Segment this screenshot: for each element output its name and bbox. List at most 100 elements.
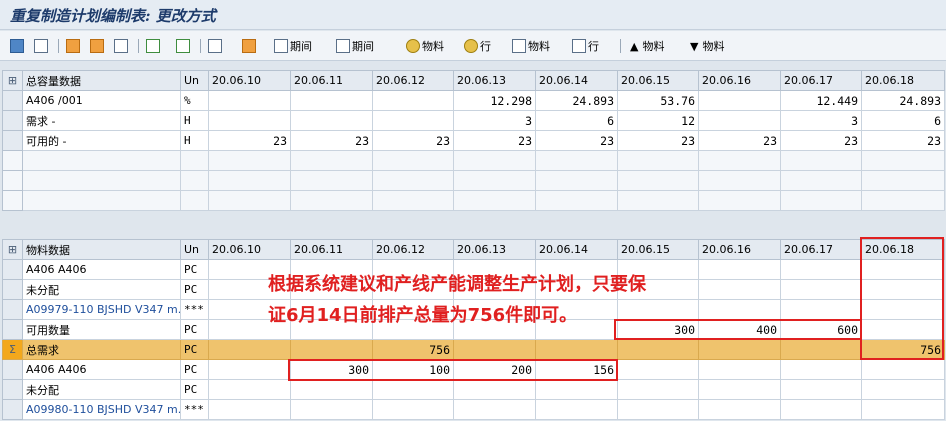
material-value[interactable] (290, 339, 373, 360)
row-selector[interactable] (2, 399, 23, 420)
org-icon[interactable] (90, 36, 106, 56)
material-value[interactable] (780, 299, 862, 320)
material-button-2[interactable]: 物料 (512, 36, 550, 56)
row-selector[interactable] (2, 190, 23, 211)
capacity-value[interactable]: 23 (208, 130, 291, 151)
capacity-value[interactable]: 23 (617, 130, 699, 151)
capacity-value[interactable]: 12.449 (780, 90, 862, 111)
document-icon[interactable] (114, 36, 130, 56)
capacity-value[interactable]: 12.298 (453, 90, 536, 111)
material-row[interactable]: 未分配 PC (2, 379, 945, 400)
capacity-value[interactable] (698, 110, 781, 131)
capacity-value[interactable] (372, 90, 454, 111)
material-value[interactable] (780, 339, 862, 360)
material-value[interactable] (780, 259, 862, 280)
material-value[interactable] (617, 299, 699, 320)
capacity-value[interactable] (208, 110, 291, 131)
row-selector[interactable] (2, 379, 23, 400)
material-value[interactable] (617, 379, 699, 400)
detail-icon[interactable] (34, 36, 50, 56)
truck-icon[interactable] (242, 36, 258, 56)
capacity-row[interactable]: 需求 - H 3 6 12 3 6 (2, 110, 945, 131)
material-value[interactable] (698, 279, 781, 300)
capacity-value[interactable]: 6 (861, 110, 945, 131)
material-value[interactable] (861, 399, 945, 420)
material-value[interactable] (698, 259, 781, 280)
material-value[interactable] (208, 359, 291, 380)
capacity-value[interactable]: 23 (780, 130, 862, 151)
material-value[interactable] (861, 359, 945, 380)
material-value[interactable]: 756 (372, 339, 454, 360)
capacity-value[interactable]: 53.76 (617, 90, 699, 111)
sigma-icon[interactable]: Σ (2, 339, 23, 360)
period-button-2[interactable]: 期间 (336, 36, 374, 56)
capacity-value[interactable]: 23 (698, 130, 781, 151)
material-value[interactable] (372, 399, 454, 420)
material-value[interactable] (290, 379, 373, 400)
total-demand-row[interactable]: Σ 总需求 PC 756 756 (2, 339, 945, 360)
material-row[interactable]: A09980-110 BJSHD V347 m... *** (2, 399, 945, 420)
capacity-value[interactable]: 3 (780, 110, 862, 131)
material-button-1[interactable]: 物料 (406, 36, 444, 56)
assign-icon[interactable] (66, 36, 82, 56)
material-value[interactable] (453, 399, 536, 420)
row-selector[interactable] (2, 170, 23, 191)
capacity-value[interactable] (372, 110, 454, 131)
capacity-value[interactable]: 3 (453, 110, 536, 131)
capacity-value[interactable]: 12 (617, 110, 699, 131)
material-value[interactable] (698, 399, 781, 420)
hierarchy-icon[interactable] (146, 36, 162, 56)
material-value[interactable] (453, 339, 536, 360)
capacity-value[interactable] (208, 90, 291, 111)
material-value[interactable] (290, 399, 373, 420)
capacity-value[interactable]: 23 (861, 130, 945, 151)
material-value[interactable] (698, 299, 781, 320)
row-selector[interactable] (2, 90, 23, 111)
material-value[interactable] (780, 379, 862, 400)
capacity-value[interactable] (290, 90, 373, 111)
row-selector[interactable] (2, 259, 23, 280)
row-selector[interactable] (2, 319, 23, 340)
material-name[interactable]: A09980-110 BJSHD V347 m... (22, 399, 181, 420)
capacity-row[interactable]: A406 /001% 12.298 24.893 53.76 12.449 24.893 (2, 90, 945, 111)
material-value[interactable] (535, 339, 618, 360)
table-icon[interactable] (208, 36, 224, 56)
edit-icon[interactable] (176, 36, 192, 56)
capacity-value[interactable]: 23 (453, 130, 536, 151)
capacity-value[interactable]: 24.893 (535, 90, 618, 111)
capacity-value[interactable]: 24.893 (861, 90, 945, 111)
material-down-button[interactable]: ▼ 物料 (690, 36, 724, 56)
material-value[interactable] (208, 399, 291, 420)
row-button-2[interactable]: 行 (572, 36, 599, 56)
material-value[interactable] (208, 339, 291, 360)
layout-icon[interactable]: ⊞ (2, 70, 23, 91)
material-up-button[interactable]: ▲ 物料 (630, 36, 664, 56)
material-value[interactable] (780, 279, 862, 300)
material-name[interactable]: A09979-110 BJSHD V347 m... (22, 299, 181, 320)
row-selector[interactable] (2, 359, 23, 380)
period-button-1[interactable]: 期间 (274, 36, 312, 56)
material-value[interactable] (861, 379, 945, 400)
select-icon[interactable] (10, 36, 26, 56)
material-value[interactable] (780, 359, 862, 380)
material-value[interactable] (208, 379, 291, 400)
capacity-row[interactable]: 可用的 - H 23 23 23 23 23 23 23 23 23 (2, 130, 945, 151)
capacity-value[interactable] (698, 90, 781, 111)
capacity-value[interactable]: 23 (535, 130, 618, 151)
row-selector[interactable] (2, 279, 23, 300)
layout-icon[interactable]: ⊞ (2, 239, 23, 260)
material-value[interactable] (617, 359, 699, 380)
row-selector[interactable] (2, 110, 23, 131)
row-button-1[interactable]: 行 (464, 36, 491, 56)
capacity-value[interactable]: 6 (535, 110, 618, 131)
row-selector[interactable] (2, 150, 23, 171)
row-selector[interactable] (2, 130, 23, 151)
material-value[interactable] (780, 399, 862, 420)
row-selector[interactable] (2, 299, 23, 320)
capacity-value[interactable]: 23 (372, 130, 454, 151)
material-value[interactable] (698, 379, 781, 400)
material-value[interactable] (453, 379, 536, 400)
material-value[interactable] (698, 359, 781, 380)
material-value[interactable] (372, 379, 454, 400)
capacity-value[interactable]: 23 (290, 130, 373, 151)
